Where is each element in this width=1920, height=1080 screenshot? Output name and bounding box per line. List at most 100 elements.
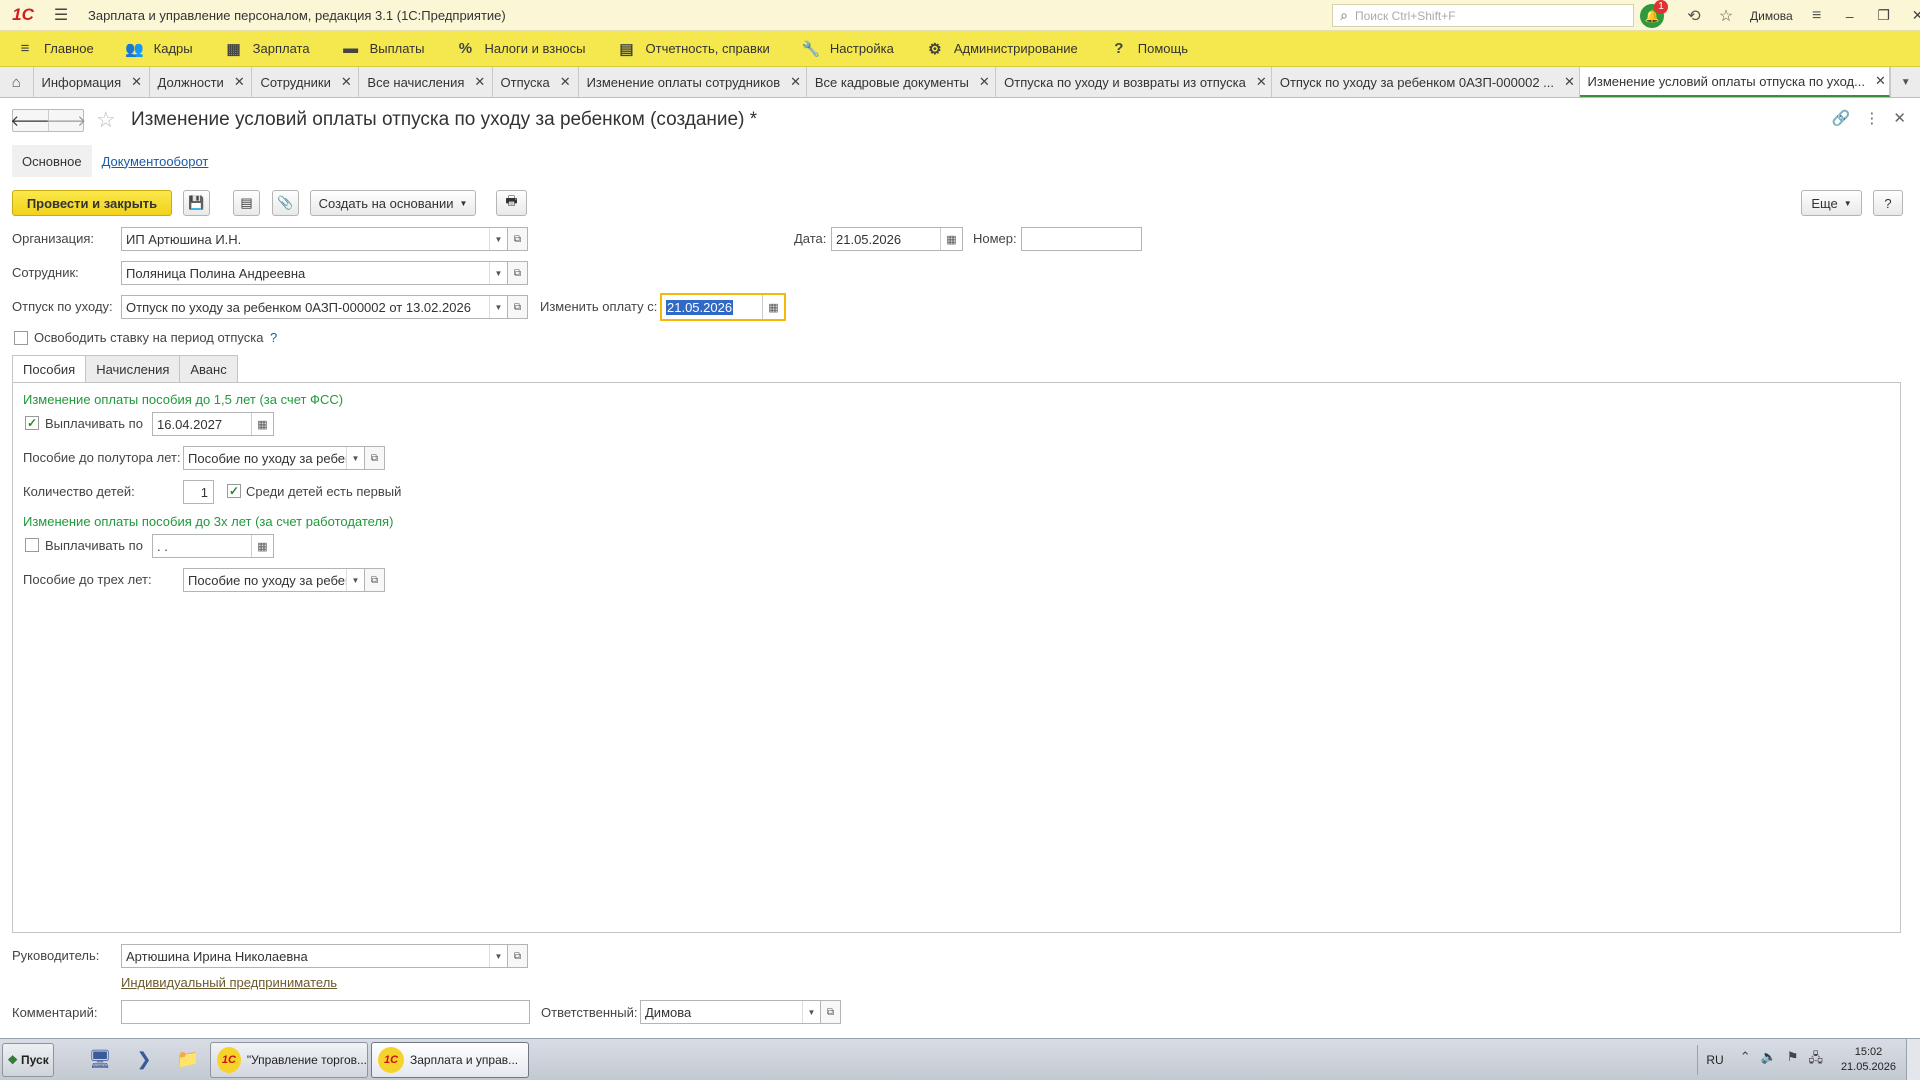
- section-hr[interactable]: 👥 Кадры: [124, 40, 192, 58]
- create-based-on-button[interactable]: Создать на основании ▼: [310, 190, 476, 216]
- task-payroll[interactable]: 1С Зарплата и управ...: [371, 1041, 529, 1078]
- section-salary[interactable]: ▦ Зарплата: [223, 40, 310, 58]
- server-manager-icon[interactable]: 🖥: [78, 1043, 122, 1077]
- calendar-icon[interactable]: ▦: [251, 535, 273, 557]
- settings-menu-icon[interactable]: ≡: [1801, 7, 1833, 25]
- volume-icon[interactable]: 🔈: [1761, 1049, 1777, 1071]
- pay-until-2-checkbox[interactable]: [25, 538, 39, 552]
- print-icon[interactable]: 🖶: [496, 190, 527, 216]
- tabs-more-icon[interactable]: ▼: [1890, 67, 1920, 97]
- global-search-input[interactable]: ⌕ Поиск Ctrl+Shift+F: [1332, 4, 1634, 27]
- close-icon[interactable]: ✕: [1893, 109, 1906, 127]
- home-icon[interactable]: ⌂: [0, 67, 34, 97]
- tab-vacations[interactable]: Отпуска ✕: [493, 67, 579, 97]
- dropdown-icon[interactable]: ▼: [489, 296, 507, 318]
- date-field[interactable]: 21.05.2026 ▦: [831, 227, 963, 251]
- dropdown-icon[interactable]: ▼: [489, 945, 507, 967]
- open-icon[interactable]: ⧉: [508, 944, 528, 968]
- 1c-logo-icon[interactable]: 1С: [0, 0, 46, 31]
- help-button[interactable]: ?: [1873, 190, 1903, 216]
- minimize-icon[interactable]: –: [1833, 8, 1867, 24]
- open-icon[interactable]: ⧉: [508, 261, 528, 285]
- leave-field[interactable]: Отпуск по уходу за ребенком 0АЗП-000002 …: [121, 295, 508, 319]
- close-window-icon[interactable]: ✕: [1901, 7, 1920, 24]
- close-icon[interactable]: ✕: [234, 74, 245, 90]
- attachment-icon[interactable]: 📎: [272, 190, 299, 216]
- tab-benefits[interactable]: Пособия: [12, 355, 87, 383]
- pay-until-2-date-field[interactable]: . . ▦: [152, 534, 274, 558]
- tray-expand-icon[interactable]: ⌃: [1740, 1049, 1751, 1071]
- powershell-icon[interactable]: ❯: [122, 1043, 166, 1077]
- tab-employees[interactable]: Сотрудники ✕: [252, 67, 360, 97]
- close-icon[interactable]: ✕: [790, 74, 801, 90]
- dropdown-icon[interactable]: ▼: [489, 262, 507, 284]
- tab-hr-documents[interactable]: Все кадровые документы ✕: [807, 67, 997, 97]
- save-icon[interactable]: 💾: [183, 190, 210, 216]
- open-icon[interactable]: ⧉: [508, 295, 528, 319]
- clock[interactable]: 15:02 21.05.2026: [1831, 1045, 1906, 1075]
- close-icon[interactable]: ✕: [1256, 74, 1267, 90]
- pay-until-1-checkbox[interactable]: ✓: [25, 416, 39, 430]
- language-indicator[interactable]: RU: [1697, 1045, 1731, 1075]
- favorite-star-icon[interactable]: ☆: [96, 107, 116, 133]
- open-icon[interactable]: ⧉: [821, 1000, 841, 1024]
- section-taxes[interactable]: % Налоги и взносы: [454, 40, 586, 57]
- close-icon[interactable]: ✕: [1564, 74, 1575, 90]
- open-icon[interactable]: ⧉: [508, 227, 528, 251]
- section-help[interactable]: ? Помощь: [1108, 40, 1188, 57]
- manager-position-link[interactable]: Индивидуальный предприниматель: [121, 975, 337, 990]
- pay-until-1-date-field[interactable]: 16.04.2027 ▦: [152, 412, 274, 436]
- register-report-icon[interactable]: ▤: [233, 190, 260, 216]
- benefit-3-field[interactable]: Пособие по уходу за ребенком▼: [183, 568, 365, 592]
- tab-info[interactable]: Информация ✕: [34, 67, 150, 97]
- first-child-checkbox[interactable]: ✓: [227, 484, 241, 498]
- calendar-icon[interactable]: ▦: [762, 295, 784, 319]
- tab-care-leave-doc[interactable]: Отпуск по уходу за ребенком 0АЗП-000002 …: [1272, 67, 1580, 97]
- number-field[interactable]: [1021, 227, 1142, 251]
- explorer-folder-icon[interactable]: 📁: [166, 1043, 210, 1077]
- open-icon[interactable]: ⧉: [365, 446, 385, 470]
- benefit-1-5-field[interactable]: Пособие по уходу за ребенком▼: [183, 446, 365, 470]
- calendar-icon[interactable]: ▦: [251, 413, 273, 435]
- section-admin[interactable]: ⚙ Администрирование: [924, 40, 1078, 58]
- restore-icon[interactable]: ❐: [1867, 7, 1901, 24]
- post-and-close-button[interactable]: Провести и закрыть: [12, 190, 172, 216]
- section-main[interactable]: ≡ Главное: [14, 40, 94, 57]
- action-center-flag-icon[interactable]: ⚑: [1787, 1049, 1799, 1071]
- close-icon[interactable]: ✕: [979, 74, 990, 90]
- dropdown-icon[interactable]: ▼: [489, 228, 507, 250]
- tab-positions[interactable]: Должности ✕: [150, 67, 253, 97]
- close-icon[interactable]: ✕: [341, 74, 352, 90]
- link-icon[interactable]: 🔗: [1832, 109, 1851, 127]
- forward-arrow-icon[interactable]: 🡒: [46, 110, 86, 131]
- main-menu-icon[interactable]: ☰: [46, 5, 76, 25]
- start-button[interactable]: ❖ Пуск: [2, 1042, 54, 1077]
- manager-field[interactable]: Артюшина Ирина Николаевна ▼: [121, 944, 508, 968]
- section-reports[interactable]: ▤ Отчетность, справки: [616, 40, 769, 58]
- more-button[interactable]: Еще ▼: [1801, 190, 1862, 216]
- dropdown-icon[interactable]: ▼: [346, 569, 364, 591]
- close-icon[interactable]: ✕: [1875, 73, 1886, 89]
- comment-field[interactable]: [121, 1000, 530, 1024]
- close-icon[interactable]: ✕: [560, 74, 571, 90]
- tab-all-accruals[interactable]: Все начисления ✕: [359, 67, 493, 97]
- back-arrow-icon[interactable]: 🡐: [10, 110, 50, 131]
- show-desktop-button[interactable]: [1906, 1039, 1920, 1080]
- employee-field[interactable]: Поляница Полина Андреевна ▼: [121, 261, 508, 285]
- history-icon[interactable]: ⟲: [1678, 6, 1710, 26]
- children-count-field[interactable]: 1: [183, 480, 214, 504]
- tab-care-leaves[interactable]: Отпуска по уходу и возвраты из отпуска ✕: [996, 67, 1272, 97]
- organization-field[interactable]: ИП Артюшина И.Н. ▼: [121, 227, 508, 251]
- tab-advance[interactable]: Аванс: [179, 355, 238, 382]
- nav-main[interactable]: Основное: [12, 145, 92, 177]
- calendar-icon[interactable]: ▦: [940, 228, 962, 250]
- favorites-icon[interactable]: ☆: [1710, 6, 1742, 26]
- release-rate-checkbox[interactable]: [14, 331, 28, 345]
- close-icon[interactable]: ✕: [474, 74, 485, 90]
- responsible-field[interactable]: Димова ▼: [640, 1000, 821, 1024]
- network-icon[interactable]: 🖧: [1808, 1049, 1823, 1071]
- section-payments[interactable]: ▬ Выплаты: [340, 40, 424, 57]
- tab-pay-changes[interactable]: Изменение оплаты сотрудников ✕: [579, 67, 807, 97]
- nav-document-flow[interactable]: Документооборот: [102, 154, 209, 169]
- section-settings[interactable]: 🔧 Настройка: [800, 40, 893, 58]
